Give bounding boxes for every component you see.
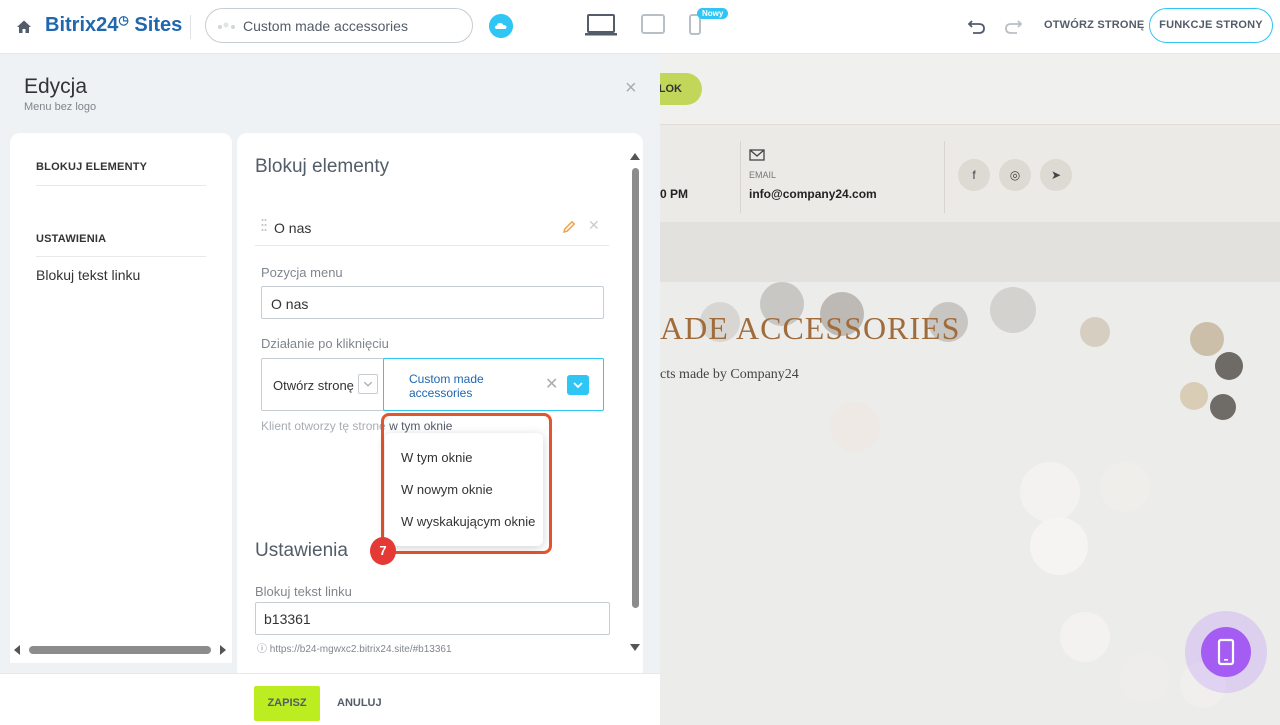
- hint-text: Klient otworzy tę stronę: [261, 419, 386, 433]
- bead-decoration: [1210, 394, 1236, 420]
- divider: [944, 141, 945, 213]
- open-page-link[interactable]: OTWÓRZ STRONĘ: [1044, 19, 1144, 31]
- tablet-icon[interactable]: [641, 14, 665, 36]
- preview-menu-band: [660, 222, 1280, 282]
- bead-decoration: [1030, 517, 1088, 575]
- bitrix24-sites-logo[interactable]: Bitrix24◷ Sites: [45, 13, 183, 37]
- bead-decoration: [990, 287, 1036, 333]
- laptop-icon[interactable]: [584, 13, 618, 37]
- preview-contact-bar: 0 PM EMAIL info@company24.com f ◎ ➤: [660, 124, 1280, 222]
- drag-handle-icon[interactable]: [261, 218, 267, 232]
- dropdown-option-popup-window[interactable]: W wyskakującym oknie: [401, 514, 535, 529]
- bead-decoration: [1080, 317, 1110, 347]
- phone-icon: [1217, 638, 1235, 666]
- site-preview: LOK 0 PM EMAIL info@company24.com f ◎ ➤: [660, 54, 1280, 725]
- scroll-left-icon[interactable]: [14, 645, 20, 655]
- undo-icon[interactable]: [967, 17, 987, 35]
- open-mode-dropdown: W tym oknie W nowym oknie W wyskakującym…: [385, 433, 543, 546]
- step-badge: 7: [370, 537, 396, 565]
- bead-decoration: [1120, 652, 1170, 702]
- sidebar-item-settings[interactable]: USTAWIENIA: [36, 233, 106, 245]
- divider: [255, 245, 609, 246]
- logo-sites-text: Sites: [134, 14, 183, 36]
- menu-position-label: Pozycja menu: [261, 265, 343, 280]
- top-bar: Bitrix24◷ Sites Custom made accessories …: [0, 0, 1280, 54]
- chevron-down-icon[interactable]: [567, 375, 589, 395]
- remove-item-icon[interactable]: ✕: [588, 217, 600, 234]
- scroll-up-icon[interactable]: [630, 153, 640, 160]
- preview-email: info@company24.com: [749, 187, 877, 201]
- new-badge: Nowy: [697, 8, 729, 19]
- link-url-text: https://b24-mgwxc2.bitrix24.site/#b13361: [269, 644, 452, 655]
- info-icon: ⓘ: [257, 644, 267, 655]
- save-button[interactable]: ZAPISZ: [254, 686, 320, 721]
- dropdown-option-same-window[interactable]: W tym oknie: [401, 450, 473, 465]
- clear-icon[interactable]: ✕: [545, 374, 558, 394]
- site-name: Custom made accessories: [243, 18, 408, 34]
- home-icon[interactable]: [14, 17, 34, 37]
- site-selector[interactable]: Custom made accessories: [205, 8, 473, 43]
- action-target-value: Custom made accessories: [409, 372, 484, 400]
- link-text-input[interactable]: b13361: [255, 602, 610, 635]
- sidebar-item-link-text[interactable]: Blokuj tekst linku: [36, 267, 140, 283]
- action-type-select[interactable]: Otwórz stronę: [273, 378, 354, 393]
- link-url: ⓘ https://b24-mgwxc2.bitrix24.site/#b133…: [257, 640, 452, 655]
- vertical-scrollbar[interactable]: [628, 153, 642, 653]
- link-text-label: Blokuj tekst linku: [255, 584, 352, 599]
- scroll-down-icon[interactable]: [630, 644, 640, 651]
- bead-decoration: [1060, 612, 1110, 662]
- editor-sidebar: BLOKUJ ELEMENTY USTAWIENIA Blokuj tekst …: [10, 133, 232, 663]
- cloud-icon[interactable]: [489, 14, 513, 38]
- click-action-label: Działanie po kliknięciu: [261, 336, 389, 351]
- telegram-icon[interactable]: ➤: [1040, 159, 1072, 191]
- dropdown-option-new-window[interactable]: W nowym oknie: [401, 482, 493, 497]
- scrollbar-thumb[interactable]: [29, 646, 211, 654]
- editor-main-card: Blokuj elementy O nas ✕ Pozycja menu O n…: [237, 133, 643, 673]
- settings-title: Ustawienia: [255, 540, 348, 561]
- bead-decoration: [1100, 462, 1150, 512]
- mobile-preview-button[interactable]: [1201, 627, 1251, 677]
- divider: [190, 15, 191, 39]
- action-target-select[interactable]: Custom made accessories ✕: [383, 358, 604, 411]
- preview-hero-title: ADE ACCESSORIES: [660, 310, 961, 346]
- page-functions-button[interactable]: FUNKCJE STRONY: [1149, 8, 1273, 43]
- pencil-icon[interactable]: [561, 219, 577, 235]
- preview-header: LOK: [660, 54, 1280, 124]
- scroll-right-icon[interactable]: [220, 645, 226, 655]
- close-icon[interactable]: ×: [625, 78, 637, 98]
- bead-decoration: [1180, 382, 1208, 410]
- bead-decoration: [1020, 462, 1080, 522]
- divider: [36, 185, 206, 186]
- chevron-down-icon[interactable]: [358, 374, 378, 394]
- panel-subtitle: Menu bez logo: [24, 101, 97, 113]
- logo-text: Bitrix24: [45, 14, 119, 36]
- menu-position-input[interactable]: O nas: [261, 286, 604, 319]
- edit-panel: Edycja Menu bez logo × BLOKUJ ELEMENTY U…: [0, 54, 660, 725]
- preview-email-label: EMAIL: [749, 170, 777, 180]
- clock-icon: ◷: [118, 13, 129, 27]
- preview-button[interactable]: LOK: [660, 73, 702, 105]
- horizontal-scrollbar[interactable]: [10, 640, 232, 660]
- section-title: Blokuj elementy: [255, 156, 390, 177]
- bead-decoration: [1190, 322, 1224, 356]
- redo-icon[interactable]: [1003, 17, 1023, 35]
- instagram-icon[interactable]: ◎: [999, 159, 1031, 191]
- bead-decoration: [830, 402, 880, 452]
- divider: [740, 141, 741, 213]
- facebook-icon[interactable]: f: [958, 159, 990, 191]
- preview-hero-subtitle: cts made by Company24: [660, 367, 799, 382]
- bead-decoration: [1215, 352, 1243, 380]
- editor-footer: ZAPISZ ANULUJ: [0, 673, 660, 725]
- preview-hours: 0 PM: [660, 187, 689, 201]
- panel-title: Edycja: [24, 75, 88, 98]
- mail-icon: [749, 149, 765, 161]
- site-thumbnail-icon: [218, 22, 235, 29]
- scrollbar-thumb[interactable]: [632, 168, 639, 608]
- cancel-button[interactable]: ANULUJ: [337, 697, 382, 709]
- divider: [36, 256, 206, 257]
- sidebar-item-block-elements[interactable]: BLOKUJ ELEMENTY: [36, 161, 147, 173]
- menu-item-name: O nas: [274, 220, 312, 236]
